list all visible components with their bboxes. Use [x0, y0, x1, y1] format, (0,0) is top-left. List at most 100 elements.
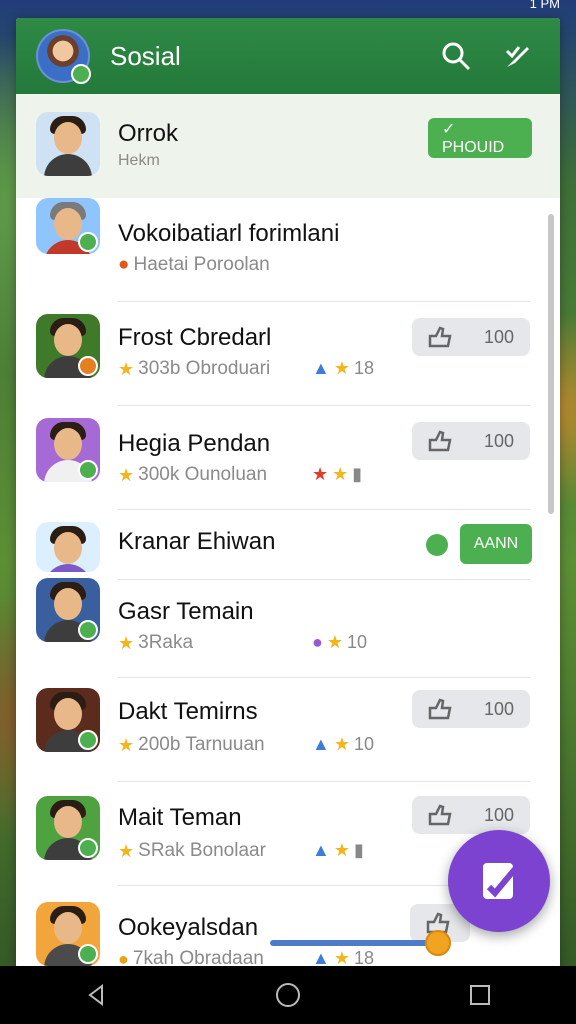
- avatar: [36, 688, 100, 752]
- avatar-face: [54, 698, 82, 730]
- friend-status: ● Haetai Poroolan: [118, 254, 270, 276]
- horizontal-scroll-indicator: [270, 940, 430, 946]
- friend-status-text: 300k Ounoluan: [138, 464, 268, 485]
- list-item[interactable]: Frost Cbredarl ★ 303b Obroduari ▲ ★ 18 1…: [16, 302, 560, 406]
- back-icon: [88, 984, 103, 1006]
- meta-count: 18: [353, 948, 374, 968]
- thumbs-icon: [428, 804, 452, 826]
- avatar-face: [54, 428, 82, 460]
- meta-count: 10: [347, 632, 368, 652]
- recents-icon: [470, 985, 490, 1005]
- avatar: [36, 112, 100, 176]
- friend-status-text: SRak Bonolaar: [138, 840, 266, 861]
- friend-status-text: 3Raka: [138, 632, 194, 653]
- friend-status-text: 200b Tarnuuan: [138, 734, 265, 755]
- avatar-body: [44, 564, 92, 572]
- status-time: 1 PM: [529, 0, 560, 11]
- friend-name: Gasr Temain: [118, 598, 254, 625]
- friend-name: Vokoibatiarl forimlani: [118, 220, 340, 247]
- avatar-face: [54, 912, 82, 944]
- friend-name: Orrok: [118, 120, 178, 147]
- friend-status-text: 303b Obroduari: [138, 358, 271, 379]
- status-bar: 1 PM: [0, 0, 576, 14]
- friend-status-text: Haetai Poroolan: [133, 254, 270, 275]
- friend-meta: ▲ ★ 18: [312, 948, 374, 968]
- like-count: 100: [483, 430, 514, 451]
- friend-name: Ookeyalsdan: [118, 914, 259, 941]
- like-button[interactable]: 100: [412, 422, 530, 460]
- friend-name: Dakt Temirns: [118, 698, 258, 725]
- recents-button[interactable]: [455, 970, 505, 1020]
- social-panel: Sosial Orrok Hekm ✓ PHOUID Vokoibatiarl …: [16, 18, 560, 968]
- coin-icon: [425, 930, 451, 956]
- avatar-face: [54, 588, 82, 620]
- friend-status: ★ 303b Obroduari: [118, 358, 270, 380]
- list-item[interactable]: Gasr Temain ★ 3Raka ● ★ 10: [16, 574, 560, 678]
- signal-icon: ▮: [353, 840, 364, 860]
- like-count: 100: [483, 804, 514, 825]
- friend-action-button[interactable]: ✓ PHOUID: [428, 118, 532, 158]
- compose-icon: [483, 863, 518, 899]
- online-badge: [78, 838, 98, 858]
- avatar: [36, 418, 100, 482]
- thumbs-icon: [428, 430, 452, 452]
- compose-button[interactable]: [448, 830, 550, 932]
- friend-status: ● 7kah Obradaan: [118, 948, 264, 968]
- meta-count: 10: [353, 734, 374, 754]
- avatar-face: [54, 122, 82, 154]
- like-button[interactable]: 100: [412, 796, 530, 834]
- avatar-face: [54, 208, 82, 240]
- star-icon: ★: [333, 734, 350, 754]
- avatar: [36, 522, 100, 572]
- heart-icon: ●: [118, 254, 130, 275]
- avatar: [36, 578, 100, 642]
- star-icon: ★: [118, 358, 135, 379]
- friend-status: ★ 200b Tarnuuan: [118, 734, 265, 756]
- star-icon: ★: [118, 464, 135, 485]
- list-item[interactable]: Orrok Hekm ✓ PHOUID: [16, 94, 560, 198]
- home-button[interactable]: [263, 970, 313, 1020]
- avatar: [36, 796, 100, 860]
- avatar: [36, 902, 100, 966]
- list-item[interactable]: Kranar Ehiwan AANN: [16, 510, 560, 580]
- friend-meta: ★ ★ ▮: [312, 464, 362, 485]
- friend-meta: ▲ ★ 18: [312, 358, 374, 379]
- online-badge: [78, 944, 98, 964]
- list-item[interactable]: Dakt Temirns ★ 200b Tarnuuan ▲ ★ 10 100: [16, 678, 560, 782]
- star-icon: ★: [333, 840, 350, 860]
- edit-check-icon[interactable]: [498, 36, 538, 76]
- friend-meta: ▲ ★ 10: [312, 734, 374, 755]
- status-badge: [78, 356, 98, 376]
- avatar-face: [54, 324, 82, 356]
- thumbs-up-icon: ▲: [312, 734, 330, 754]
- online-status-icon: [426, 534, 448, 556]
- star-icon: ★: [333, 948, 350, 968]
- thumbs-icon: [428, 326, 452, 348]
- like-button[interactable]: 100: [412, 690, 530, 728]
- star-icon: ★: [326, 632, 344, 652]
- signal-icon: ▮: [352, 464, 363, 484]
- profile-avatar[interactable]: [36, 29, 91, 84]
- friend-name: Mait Teman: [118, 804, 242, 831]
- friend-name: Hegia Pendan: [118, 430, 271, 457]
- like-count: 100: [483, 326, 514, 347]
- list-item[interactable]: Hegia Pendan ★ 300k Ounoluan ★ ★ ▮ 100: [16, 406, 560, 510]
- friend-status-text: Hekm: [118, 152, 160, 169]
- list-item[interactable]: Vokoibatiarl forimlani ● Haetai Poroolan: [16, 198, 560, 302]
- online-badge: [78, 620, 98, 640]
- star-icon: ★: [333, 358, 350, 378]
- thumbs-up-icon: ▲: [312, 948, 330, 968]
- star-icon: ★: [118, 632, 135, 653]
- home-icon: [276, 983, 300, 1007]
- friend-status: ★ 300k Ounoluan: [118, 464, 267, 486]
- friend-action-button[interactable]: AANN: [460, 524, 532, 564]
- scrollbar[interactable]: [548, 214, 554, 514]
- friend-name: Frost Cbredarl: [118, 324, 272, 351]
- app-bar: Sosial: [16, 18, 560, 94]
- thumbs-up-icon: ▲: [312, 840, 330, 860]
- friend-meta: ▲ ★ ▮: [312, 840, 364, 861]
- back-button[interactable]: [71, 970, 121, 1020]
- like-button[interactable]: 100: [412, 318, 530, 356]
- red-star-icon: ★: [312, 464, 329, 484]
- search-icon[interactable]: [436, 36, 476, 76]
